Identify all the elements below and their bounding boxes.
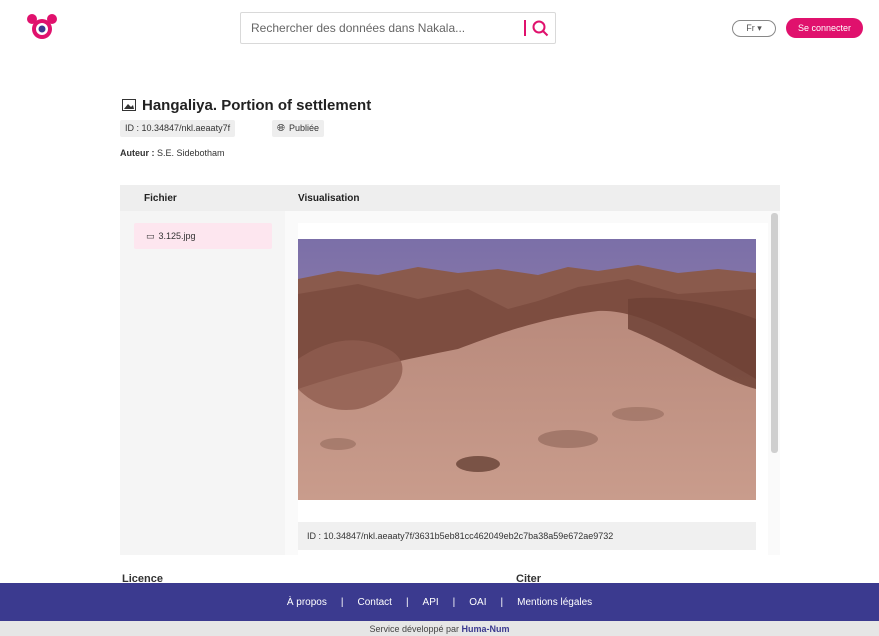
author-label: Auteur : bbox=[120, 148, 155, 158]
footer-link-legal[interactable]: Mentions légales bbox=[517, 597, 592, 608]
file-identifier: ID : 10.34847/nkl.aeaaty7f/3631b5eb81cc4… bbox=[298, 522, 756, 550]
credit-line: Service développé par Huma-Num bbox=[0, 621, 879, 636]
footer-separator: | bbox=[452, 596, 456, 608]
file-name: 3.125.jpg bbox=[158, 231, 196, 241]
image-file-icon: ▭ bbox=[146, 231, 155, 241]
file-list: ▭ 3.125.jpg bbox=[120, 211, 285, 555]
credit-prefix: Service développé par bbox=[369, 624, 460, 634]
huma-num-link[interactable]: Huma-Num bbox=[462, 624, 510, 634]
search-separator bbox=[524, 20, 526, 36]
image-preview[interactable] bbox=[298, 239, 756, 500]
search-box: Rechercher des données dans Nakala... bbox=[240, 12, 556, 44]
viewer-column-header: Visualisation bbox=[298, 193, 360, 204]
search-input[interactable]: Rechercher des données dans Nakala... bbox=[251, 21, 465, 35]
footer-separator: | bbox=[340, 596, 344, 608]
author-line: Auteur : S.E. Sidebotham bbox=[120, 148, 225, 158]
footer-link-api[interactable]: API bbox=[423, 597, 439, 608]
page-title-row: Hangaliya. Portion of settlement bbox=[122, 96, 371, 114]
footer: À propos | Contact | API | OAI | Mention… bbox=[0, 583, 879, 621]
file-item[interactable]: ▭ 3.125.jpg bbox=[134, 223, 272, 249]
search-icon[interactable] bbox=[530, 18, 550, 38]
footer-separator: | bbox=[500, 596, 504, 608]
header: Rechercher des données dans Nakala... Fr… bbox=[0, 0, 879, 56]
viewer-scrollbar[interactable] bbox=[771, 213, 778, 453]
panel-header: Fichier Visualisation bbox=[120, 185, 780, 211]
globe-icon: 🌐︎ bbox=[277, 123, 285, 134]
footer-link-about[interactable]: À propos bbox=[287, 597, 327, 608]
page-title: Hangaliya. Portion of settlement bbox=[142, 96, 372, 114]
footer-separator: | bbox=[405, 596, 409, 608]
doi-badge: ID : 10.34847/nkl.aeaaty7f bbox=[120, 120, 236, 137]
language-selector[interactable]: Fr ▾ bbox=[732, 20, 776, 37]
login-button[interactable]: Se connecter bbox=[786, 18, 863, 38]
status-label: Publiée bbox=[289, 123, 320, 133]
files-column-header: Fichier bbox=[144, 193, 177, 204]
status-badge: 🌐︎ Publiée bbox=[272, 120, 325, 137]
author-name: S.E. Sidebotham bbox=[157, 148, 225, 158]
nakala-logo[interactable] bbox=[26, 14, 58, 40]
image-icon bbox=[122, 99, 136, 111]
footer-link-contact[interactable]: Contact bbox=[357, 597, 391, 608]
footer-link-oai[interactable]: OAI bbox=[469, 597, 486, 608]
